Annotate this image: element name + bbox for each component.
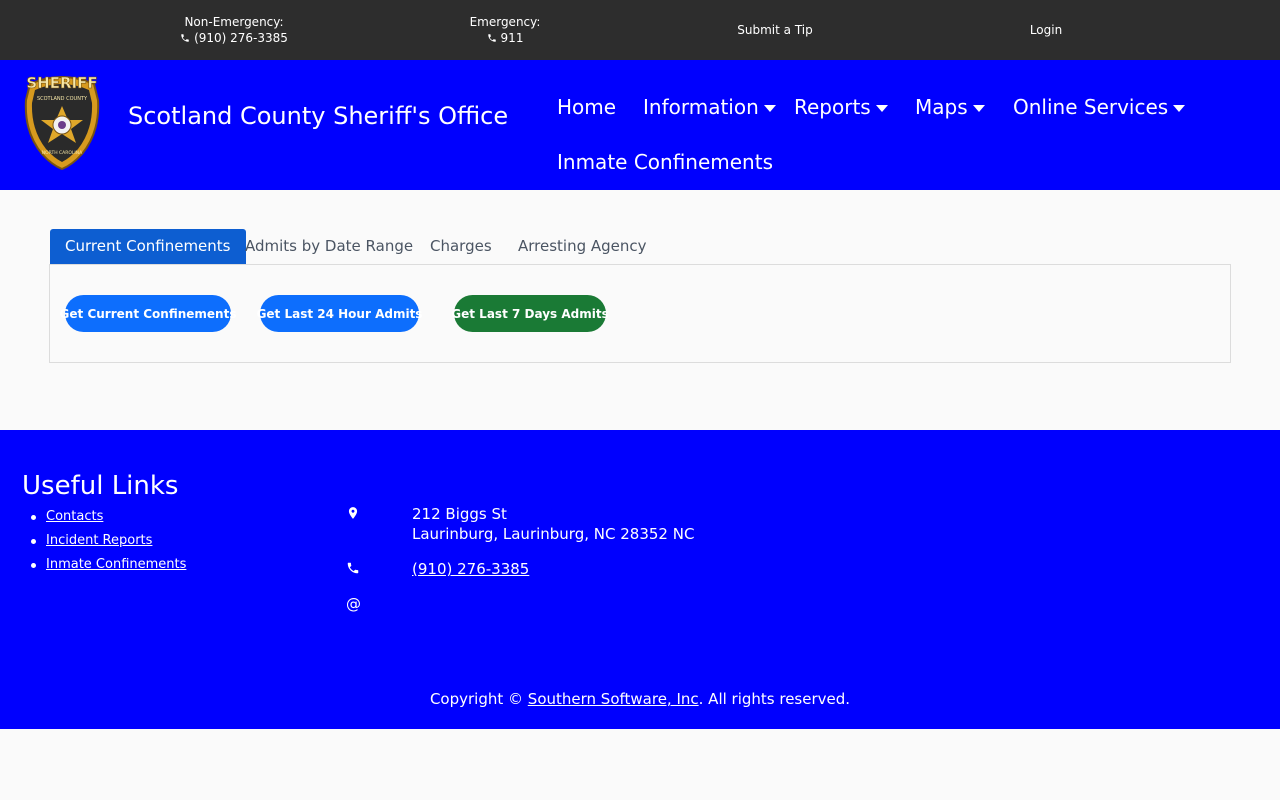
copyright-text: Copyright © Southern Software, Inc. All … bbox=[0, 689, 1280, 709]
address-line-1: 212 Biggs St bbox=[412, 505, 507, 523]
nav-maps-label: Maps bbox=[915, 95, 968, 119]
nav-home-label: Home bbox=[557, 95, 617, 119]
non-emergency-label: Non-Emergency: bbox=[184, 15, 284, 29]
nav-information-label: Information bbox=[643, 95, 759, 119]
top-utility-bar: Non-Emergency: (910) 276-3385 Emergency:… bbox=[0, 0, 1280, 60]
nav-online-services[interactable]: Online Services bbox=[1013, 93, 1186, 121]
copyright-prefix: Copyright © bbox=[429, 690, 524, 708]
non-emergency-contact: Non-Emergency: (910) 276-3385 bbox=[99, 0, 369, 60]
tab-current-confinements[interactable]: Current Confinements bbox=[50, 229, 246, 265]
list-item: Incident Reports bbox=[30, 529, 186, 553]
caret-down-icon bbox=[1173, 104, 1186, 112]
nav-home[interactable]: Home bbox=[557, 93, 616, 121]
tab-admits-by-date-range[interactable]: Admits by Date Range bbox=[230, 229, 428, 265]
sheriff-badge-logo[interactable]: SHERIFF SCOTLAND COUNTY NORTH CAROLINA bbox=[22, 70, 102, 170]
get-current-confinements-button[interactable]: Get Current Confinements bbox=[60, 295, 236, 332]
nav-online-services-label: Online Services bbox=[1013, 95, 1169, 119]
non-emergency-phone-link[interactable]: (910) 276-3385 bbox=[180, 30, 288, 46]
main-navigation: Home Information Reports Maps Online Ser… bbox=[557, 60, 1257, 190]
tab-charges[interactable]: Charges bbox=[415, 229, 507, 265]
caret-down-icon bbox=[763, 104, 776, 112]
login-label: Login bbox=[1029, 23, 1063, 37]
phone-icon bbox=[181, 34, 189, 42]
badge-title: SHERIFF bbox=[26, 74, 97, 92]
emergency-label: Emergency: bbox=[469, 15, 541, 29]
get-last-7-days-admits-button[interactable]: Get Last 7 Days Admits bbox=[451, 295, 609, 332]
nav-inmate-confinements-label: Inmate Confinements bbox=[557, 150, 773, 174]
list-item: Contacts bbox=[30, 505, 186, 529]
phone-icon bbox=[487, 34, 496, 42]
submit-tip-link[interactable]: Submit a Tip bbox=[640, 0, 910, 60]
site-footer: Useful Links Contacts Incident Reports I… bbox=[0, 430, 1280, 729]
emergency-contact: Emergency: 911 bbox=[370, 0, 640, 60]
footer-link-contacts[interactable]: Contacts bbox=[46, 509, 103, 524]
tab-arresting-agency[interactable]: Arresting Agency bbox=[503, 229, 662, 265]
badge-state: NORTH CAROLINA bbox=[42, 150, 83, 156]
caret-down-icon bbox=[972, 104, 985, 112]
emergency-phone: 911 bbox=[500, 31, 524, 45]
get-last-24-hour-admits-button[interactable]: Get Last 24 Hour Admits bbox=[257, 295, 422, 332]
footer-phone-link[interactable]: (910) 276-3385 bbox=[412, 560, 529, 578]
nav-information[interactable]: Information bbox=[643, 93, 776, 121]
caret-down-icon bbox=[875, 104, 888, 112]
phone-icon bbox=[347, 562, 359, 574]
footer-phone: (910) 276-3385 bbox=[412, 559, 529, 579]
copyright-suffix: . All rights reserved. bbox=[698, 690, 851, 708]
email-at-icon: @ bbox=[346, 595, 361, 613]
address-line-2: Laurinburg, Laurinburg, NC 28352 NC bbox=[412, 525, 695, 543]
list-item: Inmate Confinements bbox=[30, 553, 186, 577]
login-link[interactable]: Login bbox=[911, 0, 1181, 60]
useful-links-title: Useful Links bbox=[22, 471, 179, 501]
submit-tip-label: Submit a Tip bbox=[737, 23, 813, 37]
nav-maps[interactable]: Maps bbox=[915, 93, 985, 121]
footer-link-incident-reports[interactable]: Incident Reports bbox=[46, 533, 152, 548]
nav-reports-label: Reports bbox=[794, 95, 871, 119]
site-header: SHERIFF SCOTLAND COUNTY NORTH CAROLINA S… bbox=[0, 60, 1280, 190]
useful-links-list: Contacts Incident Reports Inmate Confine… bbox=[30, 505, 186, 577]
footer-link-inmate-confinements[interactable]: Inmate Confinements bbox=[46, 557, 186, 572]
nav-inmate-confinements[interactable]: Inmate Confinements bbox=[557, 148, 773, 176]
southern-software-link[interactable]: Southern Software, Inc bbox=[528, 690, 699, 708]
non-emergency-phone: (910) 276-3385 bbox=[194, 31, 288, 45]
site-title[interactable]: Scotland County Sheriff's Office bbox=[128, 100, 508, 132]
emergency-phone-link[interactable]: 911 bbox=[487, 30, 524, 46]
badge-county: SCOTLAND COUNTY bbox=[37, 96, 88, 102]
map-pin-icon bbox=[348, 507, 358, 519]
nav-reports[interactable]: Reports bbox=[794, 93, 888, 121]
